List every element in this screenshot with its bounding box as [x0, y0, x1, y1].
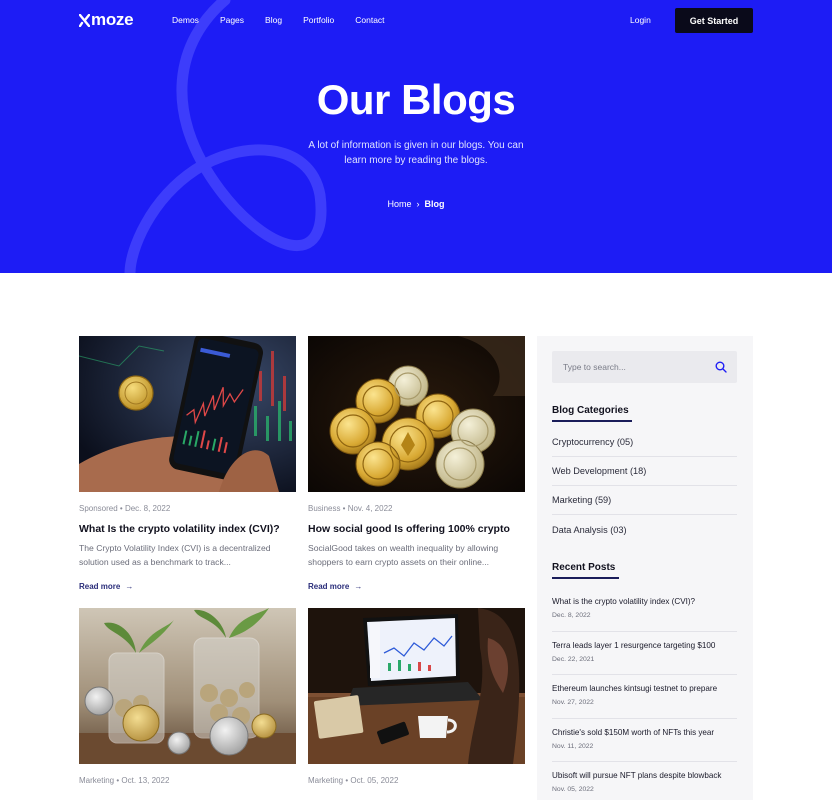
recent-post-item[interactable]: Ethereum launches kintsugi testnet to pr…: [552, 675, 737, 719]
post-meta: Sponsored • Dec. 8, 2022: [79, 504, 171, 513]
post-meta: Marketing • Oct. 05, 2022: [308, 776, 399, 785]
nav-links: Demos Pages Blog Portfolio Contact: [172, 15, 406, 25]
recent-post-item[interactable]: Christie's sold $150M worth of NFTs this…: [552, 719, 737, 762]
blog-card: Marketing • Oct. 13, 2022: [79, 608, 296, 785]
brand-logo[interactable]: moze: [79, 10, 134, 30]
recent-post-title: Ubisoft will pursue NFT plans despite bl…: [552, 771, 722, 780]
recent-posts-title: Recent Posts: [552, 562, 616, 573]
blog-card: Sponsored • Dec. 8, 2022 What Is the cry…: [79, 336, 296, 594]
recent-post-title: What is the crypto volatility index (CVI…: [552, 597, 696, 606]
post-image-phone-chart[interactable]: [79, 336, 296, 492]
login-link[interactable]: Login: [630, 15, 651, 25]
recent-post-item[interactable]: Terra leads layer 1 resurgence targeting…: [552, 632, 737, 675]
post-title[interactable]: How social good Is offering 100% crypto: [308, 523, 525, 535]
post-meta: Business • Nov. 4, 2022: [308, 504, 393, 513]
read-more-link[interactable]: Read more →: [308, 582, 362, 591]
top-nav: moze Demos Pages Blog Portfolio Contact …: [0, 0, 832, 42]
post-excerpt: SocialGood takes on wealth inequality by…: [308, 543, 499, 567]
search-box: [552, 351, 737, 383]
read-more-label: Read more: [79, 582, 121, 591]
hero-subtitle: A lot of information is given in our blo…: [308, 140, 524, 166]
recent-post-title: Christie's sold $150M worth of NFTs this…: [552, 727, 715, 737]
x-logo-icon: [79, 13, 90, 27]
category-item[interactable]: Cryptocurrency (05): [552, 428, 737, 457]
nav-link-demos[interactable]: Demos: [172, 15, 199, 25]
search-icon[interactable]: [715, 361, 727, 373]
blog-card: Business • Nov. 4, 2022 How social good …: [308, 336, 525, 594]
get-started-button[interactable]: Get Started: [675, 8, 753, 33]
post-image-laptop-dashboard[interactable]: [308, 608, 525, 764]
breadcrumb: Home › Blog: [0, 199, 832, 209]
recent-post-title: Ethereum launches kintsugi testnet to pr…: [552, 684, 718, 693]
nav-link-portfolio[interactable]: Portfolio: [303, 15, 334, 25]
nav-link-blog[interactable]: Blog: [265, 15, 282, 25]
chevron-right-icon: ›: [416, 199, 420, 209]
recent-post-item[interactable]: Ubisoft will pursue NFT plans despite bl…: [552, 762, 737, 800]
recent-post-date: Nov. 11, 2022: [552, 742, 594, 750]
arrow-right-icon: →: [354, 582, 363, 591]
recent-posts-list: What is the crypto volatility index (CVI…: [552, 588, 737, 800]
recent-post-item[interactable]: What is the crypto volatility index (CVI…: [552, 588, 737, 632]
breadcrumb-home[interactable]: Home: [387, 199, 411, 209]
post-image-coin-jars[interactable]: [79, 608, 296, 764]
category-item[interactable]: Data Analysis (03): [552, 515, 737, 544]
recent-post-date: Nov. 27, 2022: [552, 699, 594, 706]
category-list: Cryptocurrency (05) Web Development (18)…: [552, 428, 737, 544]
blog-card: Marketing • Oct. 05, 2022: [308, 608, 525, 785]
hero-banner: moze Demos Pages Blog Portfolio Contact …: [0, 0, 832, 273]
nav-link-contact[interactable]: Contact: [355, 15, 384, 25]
heading-underline: [552, 577, 619, 579]
categories-title: Blog Categories: [552, 405, 629, 416]
page-title: Our Blogs: [316, 76, 516, 123]
recent-post-date: Dec. 22, 2021: [552, 655, 595, 663]
brand-name: moze: [91, 10, 134, 29]
sidebar: Blog Categories Cryptocurrency (05) Web …: [537, 336, 753, 800]
heading-underline: [552, 420, 632, 422]
categories-heading: Blog Categories: [552, 405, 632, 422]
post-meta: Marketing • Oct. 13, 2022: [79, 776, 170, 785]
read-more-label: Read more: [308, 582, 350, 591]
post-title[interactable]: What Is the crypto volatility index (CVI…: [79, 523, 296, 535]
post-excerpt: The Crypto Volatility Index (CVI) is a d…: [79, 543, 271, 567]
arrow-right-icon: →: [125, 582, 134, 591]
recent-post-date: Nov. 05, 2022: [552, 786, 594, 793]
post-image-gold-coins[interactable]: [308, 336, 525, 492]
recent-posts-heading: Recent Posts: [552, 562, 619, 579]
category-item[interactable]: Marketing (59): [552, 486, 737, 515]
recent-post-date: Dec. 8, 2022: [552, 612, 591, 619]
category-item[interactable]: Web Development (18): [552, 457, 737, 486]
breadcrumb-current: Blog: [424, 199, 445, 209]
recent-post-title: Terra leads layer 1 resurgence targeting…: [552, 640, 716, 650]
search-input[interactable]: [552, 351, 702, 383]
nav-link-pages[interactable]: Pages: [220, 15, 244, 25]
read-more-link[interactable]: Read more →: [79, 582, 133, 591]
